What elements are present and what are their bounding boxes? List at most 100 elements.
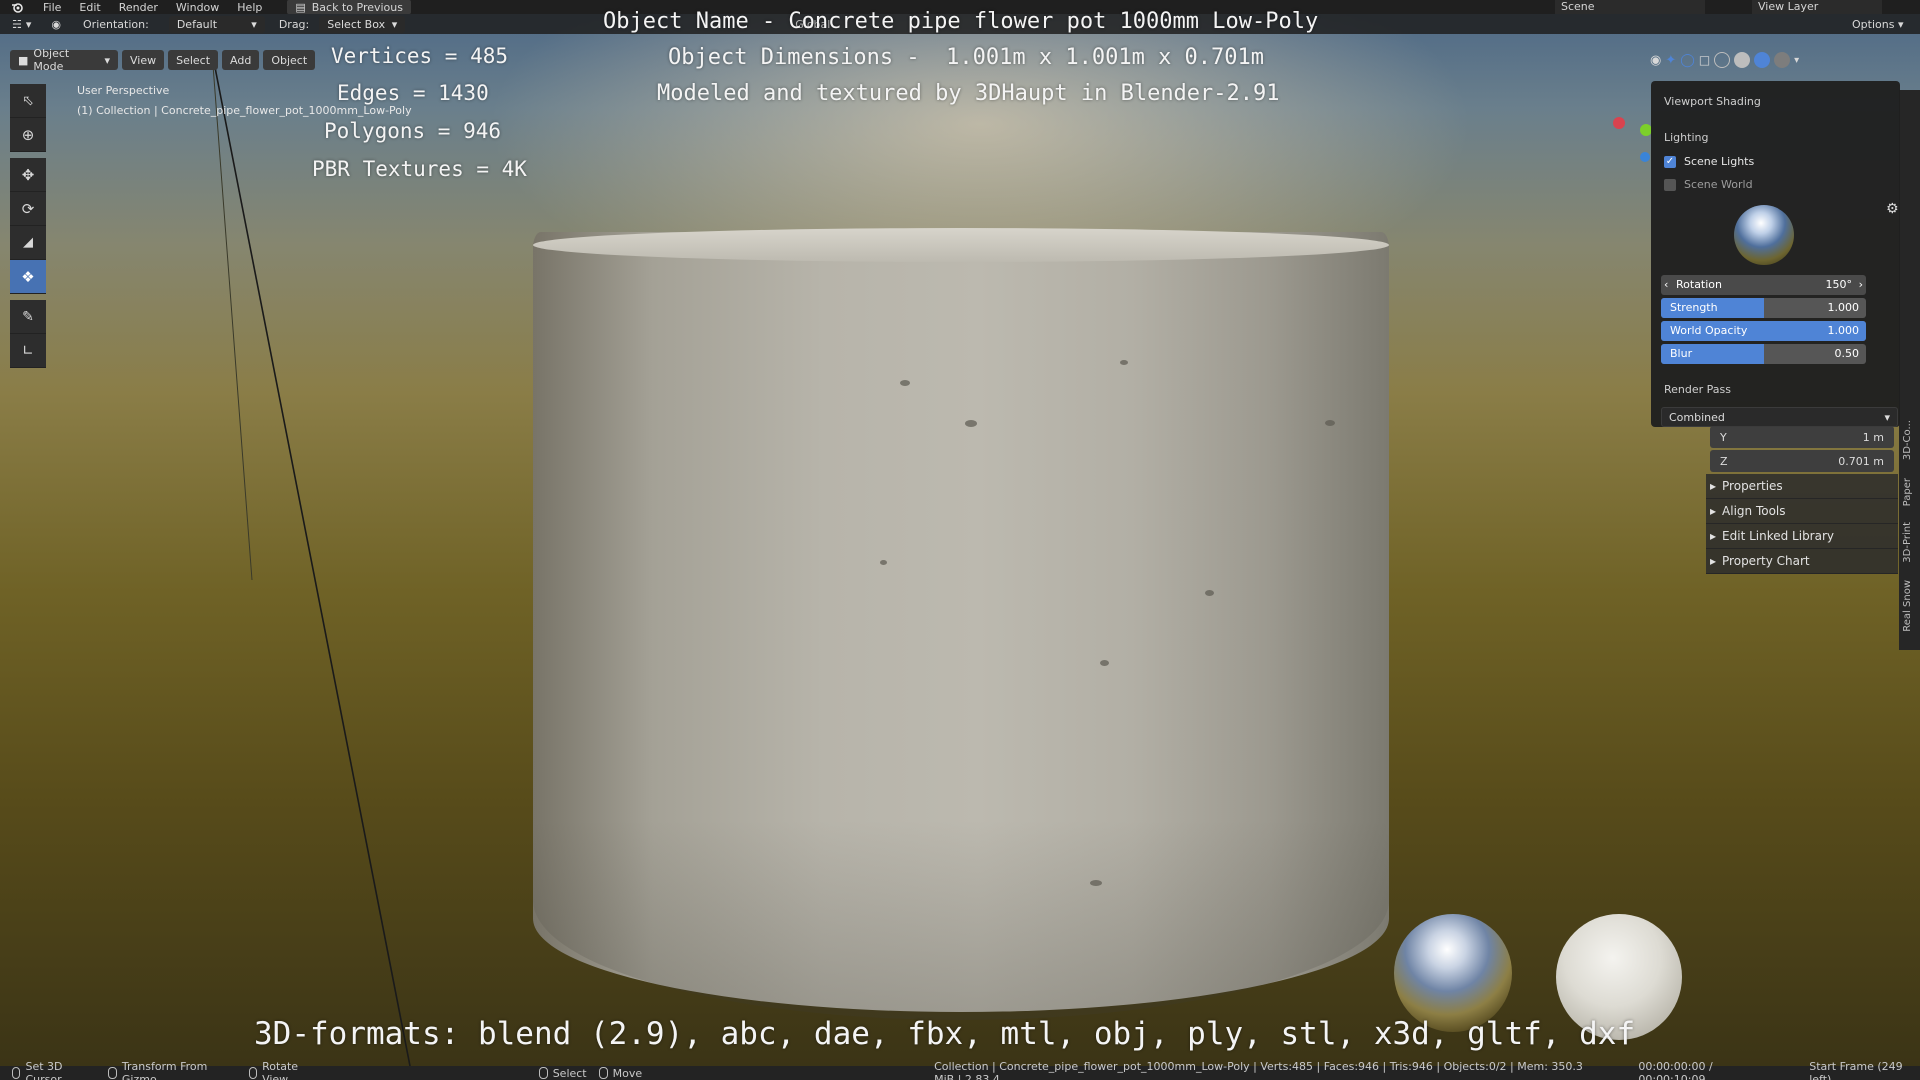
chevron-down-icon: ▾ xyxy=(25,17,32,31)
disclosure-triangle-icon: ▸ xyxy=(1710,529,1717,543)
wireframe-shading-icon[interactable] xyxy=(1714,52,1731,68)
transform-pivot-icon[interactable]: ◉ xyxy=(51,18,61,31)
mode-selector[interactable]: ■ Object Mode ▾ xyxy=(10,47,118,73)
hint-rotate-view: Rotate View xyxy=(248,1060,323,1080)
orientation-value: Default xyxy=(176,17,218,31)
tab-paper[interactable]: Paper xyxy=(1902,478,1913,506)
rotation-value: 150° xyxy=(1825,278,1853,291)
tab-real-snow[interactable]: Real Snow xyxy=(1902,580,1913,632)
orientation-label: Orientation: xyxy=(83,17,149,31)
panel-edit-linked-library-label: Edit Linked Library xyxy=(1722,529,1835,543)
hint-move-label: Move xyxy=(612,1066,643,1080)
surface-pit xyxy=(1120,360,1128,365)
panel-properties[interactable]: ▸ Properties xyxy=(1706,474,1898,499)
scene-world-checkbox[interactable]: Scene World xyxy=(1664,178,1753,191)
world-opacity-slider[interactable]: World Opacity 1.000 xyxy=(1661,321,1866,341)
move-tool[interactable]: ✥ xyxy=(10,158,46,192)
rotate-tool[interactable]: ⟳ xyxy=(10,192,46,226)
lighting-heading: Lighting xyxy=(1664,131,1709,144)
select-box-tool[interactable]: ⬁ xyxy=(10,84,46,118)
mode-value: Object Mode xyxy=(33,47,70,73)
hint-select: Select xyxy=(538,1066,587,1080)
popover-title: Viewport Shading xyxy=(1664,95,1761,108)
cursor-tool[interactable]: ⊕ xyxy=(10,118,46,152)
vertices-count-text: Vertices = 485 xyxy=(331,44,509,68)
measure-tool[interactable]: ∟ xyxy=(10,334,46,368)
world-opacity-label: World Opacity xyxy=(1670,324,1748,337)
chevron-left-icon[interactable]: ‹ xyxy=(1664,278,1668,291)
gizmo-z-axis[interactable] xyxy=(1640,152,1650,162)
rotate-icon: ⟳ xyxy=(21,199,35,218)
options-dropdown[interactable]: Options ▾ xyxy=(1852,18,1903,31)
drag-dropdown[interactable]: Select Box ▾ xyxy=(319,15,406,33)
rotation-slider[interactable]: ‹ Rotation 150° › xyxy=(1661,275,1866,295)
material-preview-shading-icon[interactable] xyxy=(1754,52,1771,68)
disclosure-triangle-icon: ▸ xyxy=(1710,479,1717,493)
overlay-toggle-icon[interactable]: ◯ xyxy=(1680,53,1695,68)
rotation-label: Rotation xyxy=(1676,278,1723,291)
panel-edit-linked-library[interactable]: ▸ Edit Linked Library xyxy=(1706,524,1898,549)
gear-icon[interactable]: ⚙ xyxy=(1886,201,1899,217)
object-menu[interactable]: Object xyxy=(263,50,316,70)
orientation-dropdown[interactable]: Default ▾ xyxy=(168,15,265,33)
editor-type-button[interactable]: ☵ ▾ xyxy=(12,18,31,31)
blur-value: 0.50 xyxy=(1834,347,1860,360)
world-opacity-value: 1.000 xyxy=(1827,324,1860,337)
panel-align-tools-label: Align Tools xyxy=(1722,504,1786,518)
transform-tool[interactable]: ❖ xyxy=(10,260,46,294)
shading-toolbar: ◉ ✦ ◯ □ ▾ xyxy=(1650,50,1799,70)
mouse-left-icon xyxy=(538,1067,548,1079)
solid-shading-icon[interactable] xyxy=(1734,52,1751,68)
panel-align-tools[interactable]: ▸ Align Tools xyxy=(1706,499,1898,524)
scene-lights-checkbox[interactable]: ✓ Scene Lights xyxy=(1664,155,1754,168)
dimension-y-value: 1 m xyxy=(1862,430,1884,444)
concrete-pot-rim xyxy=(533,228,1389,262)
edges-count-text: Edges = 1430 xyxy=(337,81,489,105)
render-pass-dropdown[interactable]: Combined ▾ xyxy=(1661,407,1898,427)
chevron-down-icon: ▾ xyxy=(251,17,257,31)
panel-property-chart[interactable]: ▸ Property Chart xyxy=(1706,549,1898,574)
scale-tool[interactable]: ◢ xyxy=(10,226,46,260)
strength-slider[interactable]: Strength 1.000 xyxy=(1661,298,1866,318)
surface-pit xyxy=(900,380,910,386)
dimension-z-label: Z xyxy=(1720,454,1728,468)
chevron-down-icon[interactable]: ▾ xyxy=(1794,55,1799,66)
rendered-shading-icon[interactable] xyxy=(1774,52,1791,68)
credit-text: Modeled and textured by 3DHaupt in Blend… xyxy=(657,81,1280,106)
dimension-z-field[interactable]: Z 0.701 m xyxy=(1710,450,1894,472)
xray-icon[interactable]: □ xyxy=(1699,53,1710,67)
render-pass-value: Combined xyxy=(1669,411,1725,424)
scene-world-label: Scene World xyxy=(1684,178,1753,191)
render-pass-heading: Render Pass xyxy=(1664,383,1731,396)
gizmo-x-axis[interactable] xyxy=(1613,117,1625,129)
surface-pit xyxy=(1325,420,1335,426)
chevron-right-icon[interactable]: › xyxy=(1859,278,1863,291)
select-menu[interactable]: Select xyxy=(168,50,219,70)
strength-label: Strength xyxy=(1670,301,1718,314)
visibility-icon[interactable]: ◉ xyxy=(1650,53,1661,68)
drag-label: Drag: xyxy=(278,17,310,31)
sidebar-tabs: 3D-Co... Paper 3D-Print Real Snow xyxy=(1899,90,1920,650)
view-menu[interactable]: View xyxy=(122,50,165,70)
disclosure-triangle-icon: ▸ xyxy=(1710,554,1717,568)
object-name-text: Object Name - Concrete pipe flower pot 1… xyxy=(603,9,1319,34)
hdri-reflection-sphere xyxy=(1394,914,1512,1032)
hint-transform-from-gizmo: Transform From Gizmo xyxy=(108,1060,236,1080)
sidebar-n-panel: Y 1 m Z 0.701 m ▸ Properties ▸ Align Tools ▸… xyxy=(1706,424,1898,574)
hdri-preview-thumbnail[interactable] xyxy=(1734,205,1794,265)
surface-pit xyxy=(965,420,977,427)
dimension-y-field[interactable]: Y 1 m xyxy=(1710,426,1894,448)
add-menu[interactable]: Add xyxy=(222,50,260,70)
annotate-tool[interactable]: ✎ xyxy=(10,300,46,334)
mouse-right-icon xyxy=(248,1067,258,1079)
tab-3d-cursor[interactable]: 3D-Co... xyxy=(1902,420,1913,460)
disclosure-triangle-icon: ▸ xyxy=(1710,504,1717,518)
scene-lights-label: Scene Lights xyxy=(1684,155,1755,168)
gizmo-toggle-icon[interactable]: ✦ xyxy=(1665,53,1676,68)
hint-move: Move xyxy=(598,1066,643,1080)
tab-3d-print[interactable]: 3D-Print xyxy=(1902,522,1913,563)
blur-slider[interactable]: Blur 0.50 xyxy=(1661,344,1866,364)
surface-pit xyxy=(1100,660,1109,666)
checkbox-icon xyxy=(1664,178,1676,191)
hint-select-label: Select xyxy=(552,1066,587,1080)
